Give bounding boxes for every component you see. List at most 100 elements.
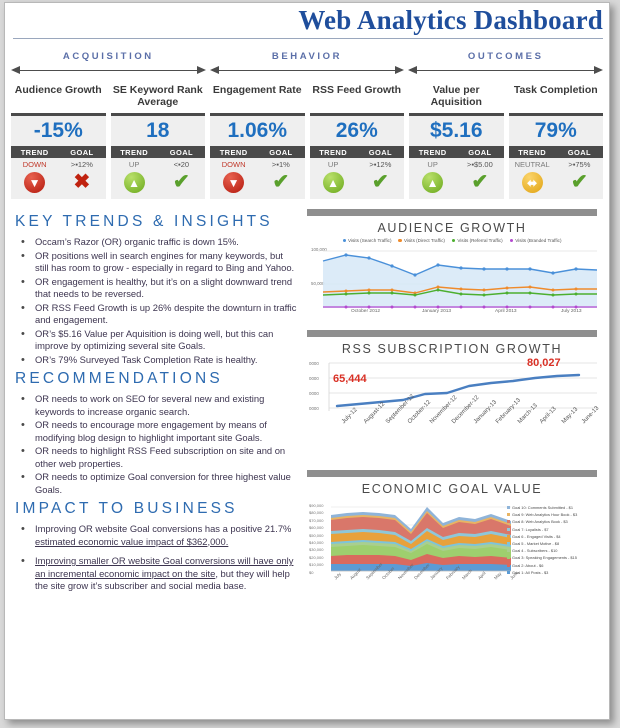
legend-swatch-icon: [509, 238, 514, 243]
kpi-title: SE Keyword Rank Average: [112, 84, 203, 109]
chart-title: AUDIENCE GROWTH: [377, 221, 527, 235]
x-tick-label: January 2013: [422, 309, 452, 314]
kpi-value: $5.16: [429, 119, 483, 142]
list-item: Improving smaller OR website Goal conver…: [15, 554, 299, 593]
kpi-trend-text: UP: [427, 159, 438, 169]
economic-x-axis-labels: July August September October November D…: [331, 562, 595, 599]
legend-item: Goal 3: Speaking Engagements - $15: [507, 555, 593, 560]
legend-label: Goal 7: Loyalists - $7: [512, 526, 549, 532]
kpi-goal-text: >▪$5.00: [466, 159, 493, 169]
category-row: ACQUISITION BEHAVIOR OUTCOMES: [5, 45, 609, 76]
dashboard-page: Web Analytics Dashboard ACQUISITION BEHA…: [4, 2, 610, 720]
list-item: Improving OR website Goal conversions ha…: [15, 522, 299, 548]
key-trends-list: Occam’s Razor (OR) organic traffic is do…: [15, 235, 299, 367]
insights-column: KEY TRENDS & INSIGHTS Occam’s Razor (OR)…: [5, 209, 305, 608]
x-tick-label: October 2012: [351, 309, 381, 314]
legend-swatch-icon: [507, 506, 510, 509]
category-label: ACQUISITION: [62, 51, 154, 62]
kpi-card-rss-feed-growth: RSS Feed Growth 26% TREND GOAL UP >▪12% …: [309, 84, 404, 199]
y-tick-label: $70,000: [309, 517, 324, 523]
kpi-goal-header: GOAL: [567, 147, 591, 157]
kpi-trend-text: DOWN: [22, 159, 47, 169]
list-item: OR positions well in search engines for …: [15, 249, 299, 275]
y-tick-label: $80,000: [309, 510, 324, 516]
section-heading-recommendations: RECOMMENDATIONS: [15, 370, 223, 387]
y-tick-label: $90,000: [309, 503, 324, 508]
legend-label: Visits (Search Traffic): [348, 238, 392, 243]
legend-swatch-icon: [507, 549, 510, 553]
list-item: OR needs to highlight RSS Feed subscript…: [15, 444, 299, 470]
arrow-up-icon: ▲: [123, 172, 145, 193]
legend-item: Goal 10: Comments Submitted - $1: [507, 505, 593, 510]
audience-growth-plot: 100,000 50,000 October 2012 January 2013…: [309, 245, 598, 321]
legend-label: Goal 3: Speaking Engagements - $15: [512, 555, 577, 561]
legend-label: Visits (Referral Traffic): [457, 238, 503, 243]
kpi-card-se-keyword-rank: SE Keyword Rank Average 18 TREND GOAL UP…: [110, 84, 205, 199]
arrow-up-icon: ▲: [422, 172, 444, 193]
kpi-title: Task Completion: [513, 84, 598, 96]
legend-item: Visits (Branded Traffic): [509, 238, 562, 243]
kpi-card-value-per-aquisition: Value per Aquisition $5.16 TREND GOAL UP…: [409, 84, 504, 199]
y-tick-label: $0: [309, 569, 314, 575]
kpi-trend-header: TREND: [518, 147, 547, 157]
kpi-goal-header: GOAL: [70, 147, 94, 157]
legend-item: Goal 2: About - $6: [507, 563, 593, 568]
kpi-goal-text: >▪12%: [70, 159, 93, 169]
title-divider: [13, 38, 603, 39]
legend-label: Visits (Direct Traffic): [403, 238, 445, 243]
chart-annotation-start: 65,444: [333, 373, 367, 385]
section-heading-key-trends: KEY TRENDS & INSIGHTS: [15, 213, 273, 230]
check-icon: ✔: [172, 171, 190, 193]
impact-list: Improving OR website Goal conversions ha…: [15, 522, 299, 593]
legend-swatch-icon: [507, 541, 510, 545]
rss-x-axis-labels: July-12 August-12 September-12 October-1…: [309, 394, 600, 461]
legend-item: Visits (Referral Traffic): [451, 238, 503, 243]
legend-swatch-icon: [398, 238, 402, 243]
kpi-trend-header: TREND: [120, 147, 149, 157]
cross-icon: ✖: [73, 171, 91, 193]
chart-panel-economic-goal-value: ECONOMIC GOAL VALUE $90,000 $80,000 $70,…: [307, 470, 597, 601]
kpi-goal-header: GOAL: [468, 147, 492, 157]
arrow-up-icon: ▲: [322, 172, 344, 193]
list-item: OR needs to work on SEO for several new …: [15, 392, 299, 418]
kpi-title: Value per Aquisition: [430, 84, 482, 109]
kpi-goal-header: GOAL: [368, 147, 392, 157]
title-bar: Web Analytics Dashboard: [5, 3, 609, 45]
kpi-card-audience-growth: Audience Growth -15% TREND GOAL DOWN >▪1…: [11, 84, 106, 199]
category-behavior: BEHAVIOR: [209, 51, 405, 76]
list-item: OR needs to optimize Goal conversion for…: [15, 470, 299, 496]
y-tick-label: $60,000: [309, 525, 324, 531]
legend-item: Goal 5 - Market Motive - $8: [507, 541, 593, 546]
list-item: OR engagement is healthy, but it’s on a …: [15, 275, 299, 301]
arrow-down-icon: ▼: [24, 172, 46, 193]
list-item: OR needs to encourage more engagement by…: [15, 418, 299, 444]
kpi-trend-text: UP: [327, 159, 339, 169]
double-arrow-icon: [408, 65, 604, 76]
list-item: OR’s 79% Surveyed Task Completion Rate i…: [15, 353, 299, 367]
kpi-title: Engagement Rate: [212, 84, 302, 96]
y-tick-label: $30,000: [309, 547, 324, 553]
category-label: BEHAVIOR: [271, 51, 343, 62]
kpi-goal-text: >▪12%: [369, 159, 392, 169]
legend-label: Goal 2: About - $6: [512, 562, 544, 568]
kpi-card-task-completion: Task Completion 79% TREND GOAL NEUTRAL >…: [508, 84, 603, 199]
economic-y-axis-labels: $90,000 $80,000 $70,000 $60,000 $50,000 …: [309, 503, 323, 577]
legend-swatch-icon: [507, 556, 510, 560]
panel-header-bar: [307, 470, 597, 477]
kpi-goal-text: <▪20: [173, 159, 190, 169]
legend-label: Goal 5 - Market Motive - $8: [512, 540, 560, 546]
x-tick-label: July 2013: [561, 309, 582, 314]
legend-item: Visits (Direct Traffic): [398, 238, 445, 243]
legend-label: Goal 10: Comments Submitted - $1: [512, 505, 573, 510]
page-title: Web Analytics Dashboard: [298, 5, 603, 35]
category-label: OUTCOMES: [467, 51, 544, 62]
kpi-title: RSS Feed Growth: [312, 84, 402, 96]
y-tick-label: $50,000: [309, 532, 324, 538]
kpi-trend-header: TREND: [319, 147, 348, 157]
check-icon: ✔: [272, 171, 290, 193]
y-tick-label: $10,000: [309, 562, 324, 568]
legend-label: Goal 9: Web Analytics Hour Book - $3: [512, 512, 578, 518]
audience-growth-svg: [322, 250, 598, 309]
y-tick-label: $40,000: [309, 539, 324, 545]
kpi-value: 18: [146, 119, 170, 142]
